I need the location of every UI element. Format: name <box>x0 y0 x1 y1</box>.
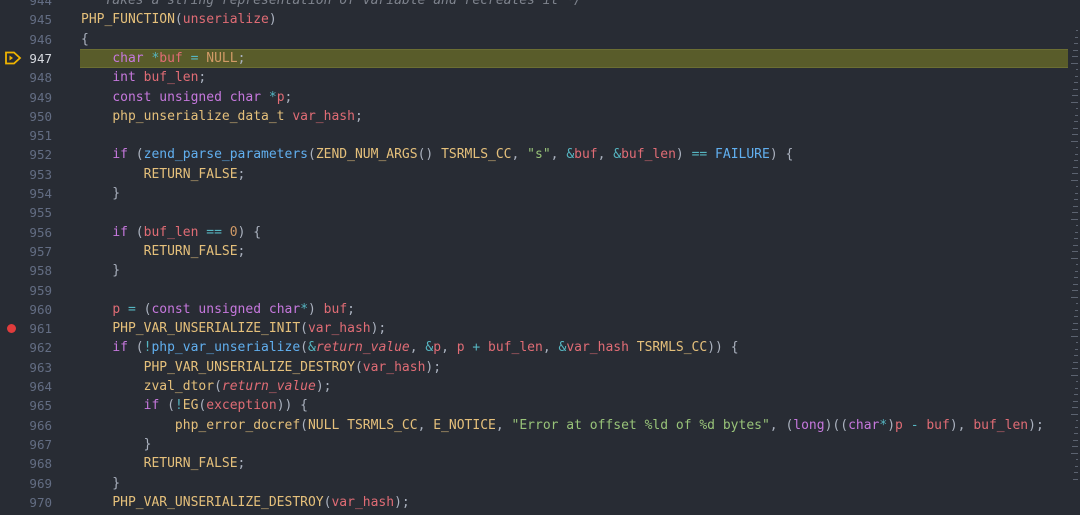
code-text[interactable]: RETURN_FALSE; <box>81 242 1080 261</box>
code-text[interactable]: RETURN_FALSE; <box>81 454 1080 473</box>
line-number[interactable]: 970 <box>0 493 52 512</box>
code-line[interactable]: 957 RETURN_FALSE; <box>0 242 1080 261</box>
line-number[interactable]: 964 <box>0 377 52 396</box>
code-text[interactable]: RETURN_FALSE; <box>81 165 1080 184</box>
line-number[interactable]: 969 <box>0 474 52 493</box>
line-number[interactable]: 951 <box>0 126 52 145</box>
code-text[interactable]: if (!php_var_unserialize(&return_value, … <box>81 338 1080 357</box>
code-line[interactable]: 949 const unsigned char *p; <box>0 88 1080 107</box>
code-text[interactable]: const unsigned char *p; <box>81 88 1080 107</box>
code-line[interactable]: 956 if (buf_len == 0) { <box>0 223 1080 242</box>
code-line[interactable]: 946 { <box>0 30 1080 49</box>
code-line[interactable]: 953 RETURN_FALSE; <box>0 165 1080 184</box>
code-text[interactable]: } <box>81 261 1080 280</box>
code-line[interactable]: 964 zval_dtor(return_value); <box>0 377 1080 396</box>
code-line[interactable]: 959 <box>0 281 1080 300</box>
line-number[interactable]: 968 <box>0 454 52 473</box>
code-line[interactable]: 958 } <box>0 261 1080 280</box>
code-text[interactable]: if (buf_len == 0) { <box>81 223 1080 242</box>
code-text[interactable]: { <box>81 30 1080 49</box>
line-number[interactable]: 952 <box>0 145 52 164</box>
line-number[interactable]: 949 <box>0 88 52 107</box>
code-line[interactable]: 954 } <box>0 184 1080 203</box>
code-line[interactable]: 950 php_unserialize_data_t var_hash; <box>0 107 1080 126</box>
code-line[interactable]: 966 php_error_docref(NULL TSRMLS_CC, E_N… <box>0 416 1080 435</box>
line-number[interactable]: 961 <box>0 319 52 338</box>
code-line[interactable]: 970 PHP_VAR_UNSERIALIZE_DESTROY(var_hash… <box>0 493 1080 512</box>
code-text[interactable]: PHP_VAR_UNSERIALIZE_DESTROY(var_hash); <box>81 493 1080 512</box>
code-text[interactable]: php_error_docref(NULL TSRMLS_CC, E_NOTIC… <box>81 416 1080 435</box>
code-text[interactable]: Takes a string representation of variabl… <box>81 0 1080 10</box>
line-number[interactable]: 965 <box>0 396 52 415</box>
line-number[interactable]: 950 <box>0 107 52 126</box>
line-number[interactable]: 944 <box>0 0 52 10</box>
code-line[interactable]: 948 int buf_len; <box>0 68 1080 87</box>
line-number[interactable]: 947 <box>0 49 52 68</box>
code-line[interactable]: 963 PHP_VAR_UNSERIALIZE_DESTROY(var_hash… <box>0 358 1080 377</box>
line-number[interactable]: 948 <box>0 68 52 87</box>
line-number[interactable]: 953 <box>0 165 52 184</box>
code-line[interactable]: 965 if (!EG(exception)) { <box>0 396 1080 415</box>
code-text[interactable]: int buf_len; <box>81 68 1080 87</box>
code-line[interactable]: 962 if (!php_var_unserialize(&return_val… <box>0 338 1080 357</box>
code-line[interactable]: 952 if (zend_parse_parameters(ZEND_NUM_A… <box>0 145 1080 164</box>
line-number[interactable]: 946 <box>0 30 52 49</box>
code-text[interactable]: zval_dtor(return_value); <box>81 377 1080 396</box>
code-text[interactable]: } <box>81 184 1080 203</box>
line-number[interactable]: 958 <box>0 261 52 280</box>
line-number[interactable]: 967 <box>0 435 52 454</box>
code-line[interactable]: 955 <box>0 203 1080 222</box>
code-text[interactable]: if (!EG(exception)) { <box>81 396 1080 415</box>
code-text[interactable]: char *buf = NULL; <box>81 49 1080 68</box>
code-text[interactable]: if (zend_parse_parameters(ZEND_NUM_ARGS(… <box>81 145 1080 164</box>
line-number[interactable]: 957 <box>0 242 52 261</box>
code-line[interactable]: 960 p = (const unsigned char*) buf; <box>0 300 1080 319</box>
code-line[interactable]: 945 PHP_FUNCTION(unserialize) <box>0 10 1080 29</box>
code-line[interactable]: 944 Takes a string representation of var… <box>0 0 1080 10</box>
code-text[interactable]: php_unserialize_data_t var_hash; <box>81 107 1080 126</box>
code-text[interactable]: PHP_VAR_UNSERIALIZE_DESTROY(var_hash); <box>81 358 1080 377</box>
line-number[interactable]: 954 <box>0 184 52 203</box>
code-editor[interactable]: 944 Takes a string representation of var… <box>0 0 1080 515</box>
line-number[interactable]: 966 <box>0 416 52 435</box>
code-line[interactable]: 947 char *buf = NULL; <box>0 48 1080 69</box>
line-number[interactable]: 956 <box>0 223 52 242</box>
code-line[interactable]: 969 } <box>0 474 1080 493</box>
line-number[interactable]: 962 <box>0 338 52 357</box>
line-number[interactable]: 959 <box>0 281 52 300</box>
code-text[interactable]: } <box>81 474 1080 493</box>
line-number[interactable]: 960 <box>0 300 52 319</box>
line-number[interactable]: 955 <box>0 203 52 222</box>
line-number[interactable]: 945 <box>0 10 52 29</box>
code-line[interactable]: 967 } <box>0 435 1080 454</box>
code-line[interactable]: 961 PHP_VAR_UNSERIALIZE_INIT(var_hash); <box>0 319 1080 338</box>
code-line[interactable]: 968 RETURN_FALSE; <box>0 454 1080 473</box>
line-number[interactable]: 963 <box>0 358 52 377</box>
code-text[interactable]: PHP_FUNCTION(unserialize) <box>81 10 1080 29</box>
code-line[interactable]: 951 <box>0 126 1080 145</box>
code-text[interactable]: p = (const unsigned char*) buf; <box>81 300 1080 319</box>
code-text[interactable]: } <box>81 435 1080 454</box>
code-text[interactable]: PHP_VAR_UNSERIALIZE_INIT(var_hash); <box>81 319 1080 338</box>
